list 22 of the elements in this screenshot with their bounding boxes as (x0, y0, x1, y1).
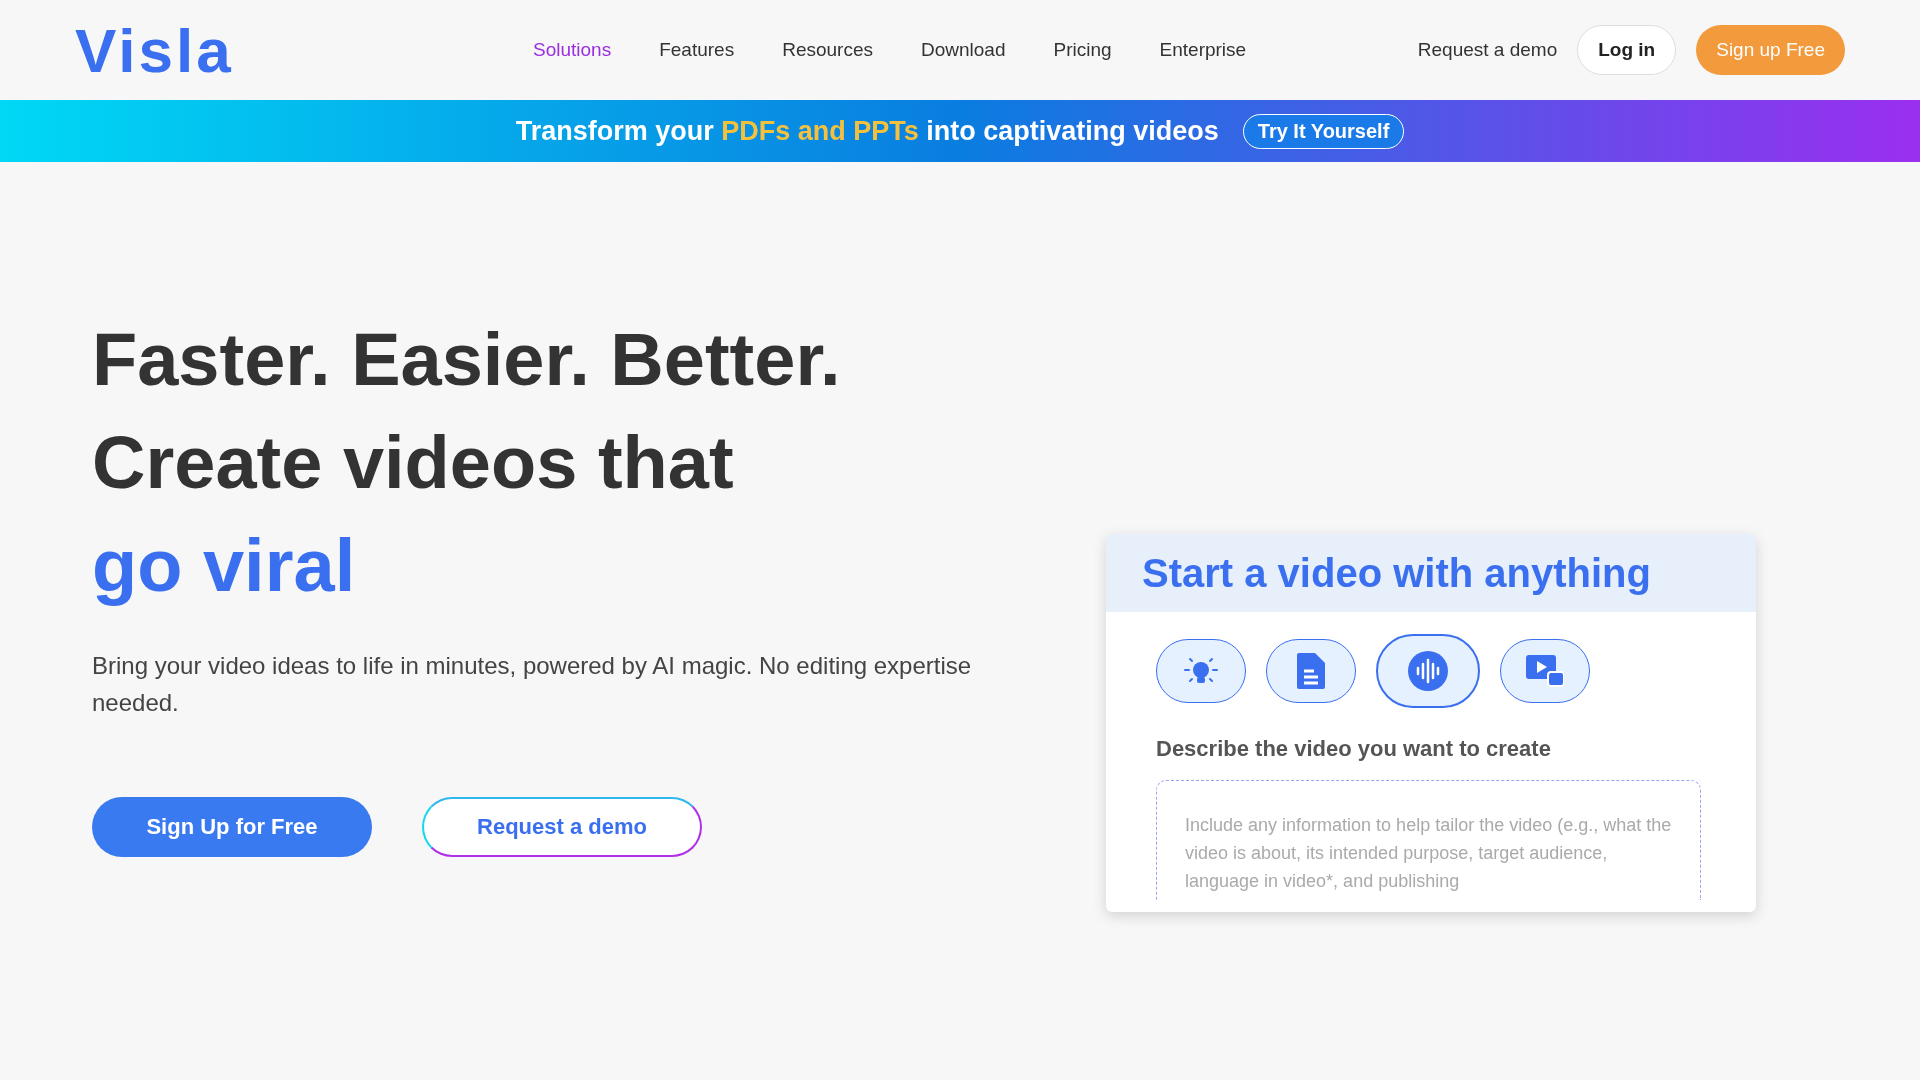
visla-logo[interactable]: Visla (75, 14, 375, 86)
banner-text: Transform your PDFs and PPTs into captivating videos (515, 115, 1219, 147)
video-play-icon (1526, 655, 1564, 687)
signup-free-button[interactable]: Sign Up for Free (92, 797, 372, 857)
try-it-button[interactable]: Try It Yourself (1242, 113, 1405, 149)
request-demo-link[interactable]: Request a demo (1417, 39, 1558, 61)
nav-link[interactable]: Features (659, 39, 735, 61)
card-title: Start a video with anything (1142, 550, 1651, 596)
hero-heading: Faster. Easier. Better. (92, 317, 842, 403)
nav-link[interactable]: Resources (782, 39, 873, 61)
nav-link[interactable]: Pricing (1053, 39, 1112, 61)
hero-highlight: go viral (92, 523, 357, 609)
document-icon (1297, 653, 1325, 689)
nav-link[interactable]: Enterprise (1159, 39, 1247, 61)
request-demo-button[interactable]: Request a demo (422, 797, 702, 857)
hero-description: Bring your video ideas to life in minutes, powered by AI magic. No editing expertise needed. (92, 651, 972, 718)
nav-link[interactable]: Solutions (533, 39, 612, 61)
login-button[interactable]: Log in (1577, 25, 1677, 75)
hero-heading: Create videos that (92, 420, 735, 506)
nav-link[interactable]: Download (921, 39, 1006, 61)
prompt-label: Describe the video you want to create (1156, 736, 1552, 762)
audio-wave-icon (1408, 651, 1448, 691)
